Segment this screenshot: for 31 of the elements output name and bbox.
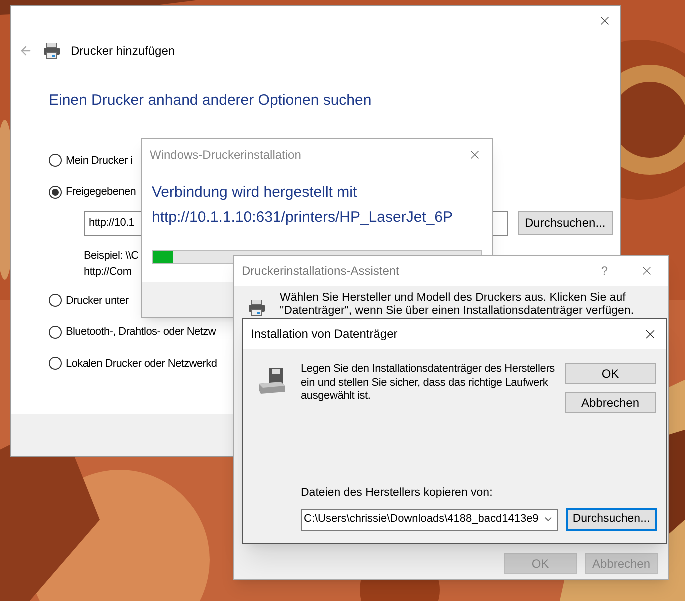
option-label: Drucker unter — [66, 294, 129, 308]
status-message: Verbindung wird hergestellt mit — [152, 183, 358, 203]
copy-from-label: Dateien des Herstellers kopieren von: — [301, 486, 493, 501]
status-message: http://10.1.1.10:631/printers/HP_LaserJet_6P — [152, 208, 454, 228]
path-combo-box[interactable]: C:\Users\chrissie\Downloads\4188_bacd1413e9 — [301, 508, 558, 530]
example-text: http://Com — [84, 265, 132, 280]
instructions-text: Wählen Sie Hersteller und Modell des Druckers aus. Klicken Sie auf "Datenträger", wenn Sie über einen Installationsdatenträger verfügen. — [280, 292, 636, 318]
radio-button[interactable] — [49, 154, 62, 168]
instructions-text: Legen Sie den Installationsdatenträger des Herstellers ein und stellen Sie sicher, dass das richtige Laufwerk ausgewählt ist. — [301, 363, 556, 404]
window-title: Druckerinstallations-Assistent — [242, 263, 400, 280]
dialog-title: Windows-Druckerinstallation — [150, 146, 302, 164]
window-title: Drucker hinzufügen — [71, 43, 176, 60]
option-label: Mein Drucker i — [66, 154, 133, 168]
radio-button[interactable] — [49, 294, 62, 308]
dialog-button[interactable]: Abbrechen — [565, 392, 656, 413]
printer-icon — [43, 43, 61, 59]
browse-button[interactable]: Durchsuchen... — [518, 211, 613, 235]
help-button[interactable]: ? — [601, 262, 608, 280]
disk-drive-icon — [257, 366, 287, 396]
radio-button[interactable] — [49, 326, 62, 339]
dialog-title: Installation von Datenträger — [251, 326, 398, 343]
option-label: Bluetooth-, Drahtlos- oder Netzw — [66, 325, 216, 340]
option-label: Freigegebenen — [66, 185, 136, 200]
radio-button[interactable] — [49, 186, 62, 199]
example-text: Beispiel: \\C — [84, 248, 139, 264]
radio-button[interactable] — [49, 357, 62, 370]
dialog-button[interactable]: OK — [565, 363, 656, 384]
option-label: Lokalen Drucker oder Netzwerkd — [66, 356, 218, 372]
printer-icon — [248, 300, 266, 316]
page-heading: Einen Drucker anhand anderer Optionen suchen — [49, 91, 372, 111]
browse-button[interactable]: Durchsuchen... — [566, 508, 657, 531]
